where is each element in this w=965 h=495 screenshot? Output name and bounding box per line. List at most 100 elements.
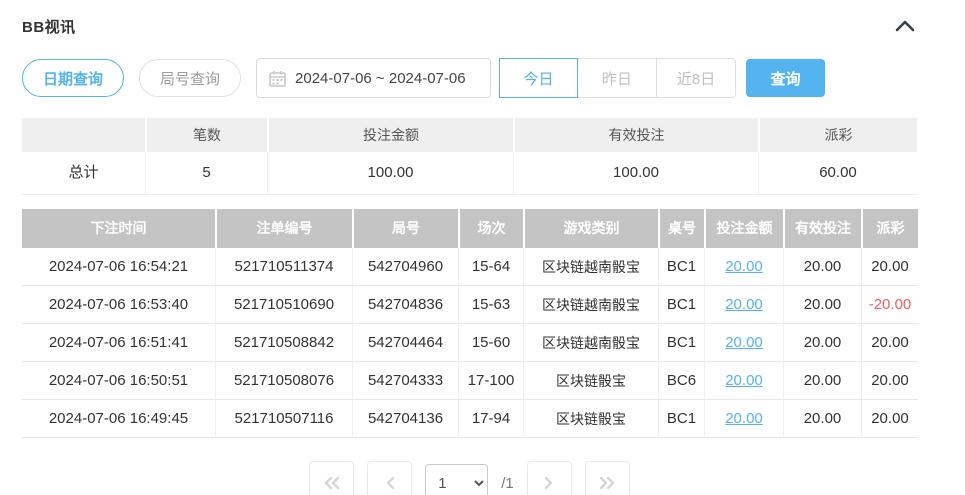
page-title: BB视讯	[22, 16, 76, 37]
cell-payout: 20.00	[871, 334, 909, 351]
cell-payout: 20.00	[871, 258, 909, 275]
page-number-select[interactable]: 1	[425, 464, 488, 495]
header-bet-amount: 投注金额	[704, 209, 783, 248]
cell-session: 15-64	[458, 248, 523, 286]
bet-amount-link[interactable]: 20.00	[725, 410, 763, 427]
cell-session: 15-60	[458, 324, 523, 362]
round-query-tab[interactable]: 局号查询	[139, 59, 241, 97]
cell-order-no: 521710508076	[215, 362, 352, 400]
cell-payout: -20.00	[869, 296, 912, 313]
header-order-no: 注单编号	[215, 209, 352, 248]
cell-bet-time: 2024-07-06 16:49:45	[22, 400, 215, 438]
chevron-left-icon	[384, 476, 396, 490]
cell-bet-time: 2024-07-06 16:50:51	[22, 362, 215, 400]
cell-valid-bet: 20.00	[783, 248, 861, 286]
pagination: 1 /1	[22, 461, 917, 495]
table-row: 2024-07-06 16:53:40 521710510690 5427048…	[22, 286, 918, 324]
header-game-type: 游戏类别	[523, 209, 658, 248]
next-page-button[interactable]	[527, 461, 572, 495]
cell-round-no: 542704333	[352, 362, 458, 400]
table-row: 2024-07-06 16:50:51 521710508076 5427043…	[22, 362, 918, 400]
cell-order-no: 521710511374	[215, 248, 352, 286]
cell-round-no: 542704136	[352, 400, 458, 438]
cell-table-no: BC1	[658, 324, 704, 362]
bet-amount-link[interactable]: 20.00	[725, 296, 763, 313]
header-payout: 派彩	[861, 209, 918, 248]
summary-total-payout: 60.00	[758, 152, 917, 194]
cell-table-no: BC1	[658, 286, 704, 324]
cell-round-no: 542704464	[352, 324, 458, 362]
cell-round-no: 542704836	[352, 286, 458, 324]
bet-amount-link[interactable]: 20.00	[725, 372, 763, 389]
cell-session: 17-100	[458, 362, 523, 400]
date-range-value: 2024-07-06 ~ 2024-07-06	[295, 70, 466, 87]
header-round-no: 局号	[352, 209, 458, 248]
quick-range-button[interactable]: 昨日	[578, 58, 657, 98]
chevron-up-icon	[895, 20, 915, 32]
summary-header-valid-bet: 有效投注	[513, 118, 758, 152]
summary-total-valid-bet: 100.00	[513, 152, 758, 194]
panel-header: BB视讯	[22, 14, 965, 38]
summary-table: 笔数 投注金额 有效投注 派彩 总计 5 100.00 100.00 60.00	[22, 118, 917, 195]
last-page-button[interactable]	[585, 461, 630, 495]
double-chevron-right-icon	[598, 476, 616, 490]
quick-range-group: 今日 昨日 近8日	[499, 58, 736, 98]
header-table-no: 桌号	[658, 209, 704, 248]
cell-payout: 20.00	[871, 410, 909, 427]
summary-total-bet-amount: 100.00	[267, 152, 513, 194]
prev-page-button[interactable]	[367, 461, 412, 495]
cell-game-type: 区块链越南骰宝	[523, 248, 658, 286]
cell-order-no: 521710508842	[215, 324, 352, 362]
cell-table-no: BC1	[658, 248, 704, 286]
table-row: 2024-07-06 16:49:45 521710507116 5427041…	[22, 400, 918, 438]
header-bet-time: 下注时间	[22, 209, 215, 248]
bet-records-body: 2024-07-06 16:54:21 521710511374 5427049…	[22, 248, 918, 438]
cell-game-type: 区块链越南骰宝	[523, 324, 658, 362]
cell-valid-bet: 20.00	[783, 362, 861, 400]
collapse-panel-button[interactable]	[893, 14, 917, 38]
calendar-icon	[269, 70, 286, 87]
header-valid-bet: 有效投注	[783, 209, 861, 248]
header-session: 场次	[458, 209, 523, 248]
first-page-button[interactable]	[309, 461, 354, 495]
summary-header-bet-amount: 投注金额	[267, 118, 513, 152]
cell-table-no: BC1	[658, 400, 704, 438]
quick-range-button[interactable]: 近8日	[657, 58, 736, 98]
double-chevron-left-icon	[323, 476, 341, 490]
summary-total-label: 总计	[22, 152, 145, 194]
cell-bet-time: 2024-07-06 16:54:21	[22, 248, 215, 286]
summary-total-row: 总计 5 100.00 100.00 60.00	[22, 152, 917, 195]
cell-game-type: 区块链骰宝	[523, 400, 658, 438]
cell-order-no: 521710510690	[215, 286, 352, 324]
search-button[interactable]: 查询	[746, 59, 825, 97]
cell-session: 15-63	[458, 286, 523, 324]
cell-table-no: BC6	[658, 362, 704, 400]
cell-valid-bet: 20.00	[783, 324, 861, 362]
chevron-right-icon	[543, 476, 555, 490]
table-row: 2024-07-06 16:54:21 521710511374 5427049…	[22, 248, 918, 286]
date-query-tab[interactable]: 日期查询	[22, 59, 124, 97]
cell-round-no: 542704960	[352, 248, 458, 286]
bb-video-panel: BB视讯 日期查询 局号查询 2024-07-06 ~ 2024-07-06 今…	[0, 0, 965, 495]
bet-amount-link[interactable]: 20.00	[725, 258, 763, 275]
bet-records-table: 下注时间 注单编号 局号 场次 游戏类别 桌号 投注金额 有效投注 派彩 202…	[22, 209, 918, 438]
cell-bet-time: 2024-07-06 16:53:40	[22, 286, 215, 324]
cell-session: 17-94	[458, 400, 523, 438]
summary-table-header: 笔数 投注金额 有效投注 派彩	[22, 118, 917, 152]
cell-order-no: 521710507116	[215, 400, 352, 438]
quick-range-button[interactable]: 今日	[499, 58, 578, 98]
filter-bar: 日期查询 局号查询 2024-07-06 ~ 2024-07-06 今日 昨日 …	[22, 58, 965, 98]
table-row: 2024-07-06 16:51:41 521710508842 5427044…	[22, 324, 918, 362]
summary-header-count: 笔数	[145, 118, 267, 152]
bet-records-header: 下注时间 注单编号 局号 场次 游戏类别 桌号 投注金额 有效投注 派彩	[22, 209, 918, 248]
bet-amount-link[interactable]: 20.00	[725, 334, 763, 351]
cell-payout: 20.00	[871, 372, 909, 389]
summary-header-payout: 派彩	[758, 118, 917, 152]
summary-total-count: 5	[145, 152, 267, 194]
date-range-input[interactable]: 2024-07-06 ~ 2024-07-06	[256, 58, 491, 98]
cell-bet-time: 2024-07-06 16:51:41	[22, 324, 215, 362]
cell-game-type: 区块链越南骰宝	[523, 286, 658, 324]
cell-valid-bet: 20.00	[783, 400, 861, 438]
page-total-label: /1	[501, 475, 514, 492]
summary-header-blank	[22, 118, 145, 152]
